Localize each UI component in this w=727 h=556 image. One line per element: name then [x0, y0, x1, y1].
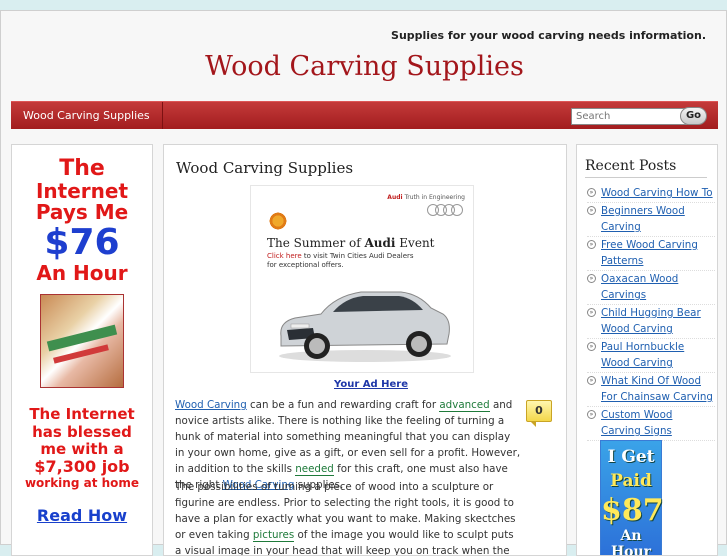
banner-brand-small: Audi: [387, 194, 403, 201]
arrow-bullet-icon: »: [587, 274, 596, 283]
left-sidebar-ad[interactable]: The Internet Pays Me $76 An Hour The Int…: [11, 144, 153, 556]
needed-link[interactable]: needed: [295, 463, 334, 476]
arrow-bullet-icon: »: [587, 308, 596, 317]
sidebar-ad-line3: $87: [601, 493, 664, 528]
list-item[interactable]: » Free Wood Carving Patterns: [587, 237, 715, 271]
banner-click-here[interactable]: Click here: [267, 252, 302, 260]
ad-text-pays-me: Pays Me: [35, 200, 129, 225]
list-item[interactable]: » What Kind Of Wood For Chainsaw Carving: [587, 373, 715, 407]
sidebar-ad-line2: Paid: [610, 471, 652, 491]
sidebar-ad-line1: I Get: [607, 447, 655, 467]
your-ad-here-link[interactable]: Your Ad Here: [334, 379, 408, 390]
page-container: Supplies for your wood carving needs inf…: [0, 10, 727, 556]
audi-rings-icon: [427, 204, 465, 216]
sun-icon: [265, 208, 291, 234]
car-image: [279, 291, 451, 362]
recent-posts-list: » Wood Carving How To » Beginners Wood Car…: [587, 185, 715, 441]
list-item[interactable]: » Custom Wood Carving Signs: [587, 407, 715, 441]
recent-post-link[interactable]: Wood Carving How To: [601, 187, 713, 199]
search-go-button[interactable]: Go: [680, 107, 707, 125]
advanced-link[interactable]: advanced: [439, 399, 490, 412]
post-title[interactable]: Wood Carving Supplies: [176, 159, 353, 177]
ad-testimonial-line5: working at home: [24, 475, 140, 490]
list-item[interactable]: » Wood Carving How To: [587, 185, 715, 203]
arrow-bullet-icon: »: [587, 376, 596, 385]
recent-posts-title: Recent Posts: [585, 158, 677, 174]
recent-post-link[interactable]: Oaxacan Wood Carvings: [601, 273, 678, 301]
recent-post-link[interactable]: Custom Wood Carving Signs: [601, 409, 672, 437]
right-sidebar: Recent Posts » Wood Carving How To » Begin…: [576, 144, 718, 556]
wood-carving-link-1[interactable]: Wood Carving: [175, 399, 247, 411]
sidebar-ad-line4: An Hour: [610, 528, 652, 556]
ad-testimonial-amount: $7,300 job: [34, 457, 130, 477]
nav-item-home[interactable]: Wood Carving Supplies: [11, 102, 163, 129]
ad-text-an-hour: An Hour: [36, 260, 128, 285]
banner-brand-tagline: Truth in Engineering: [404, 194, 466, 201]
recent-post-link[interactable]: Beginners Wood Carving: [601, 205, 685, 233]
recent-post-link[interactable]: Free Wood Carving Patterns: [601, 239, 698, 267]
site-tagline: Supplies for your wood carving needs inf…: [391, 29, 706, 42]
pictures-link[interactable]: pictures: [252, 529, 295, 542]
list-item[interactable]: » Paul Hornbuckle Wood Carving: [587, 339, 715, 373]
ad-text-amount: $76: [44, 221, 120, 263]
banner-headline-pre: The Summer of: [267, 236, 365, 250]
banner-headline: The Summer of Audi Event: [267, 236, 435, 250]
ad-testimonial-line3: me with a: [40, 439, 124, 458]
ad-text-internet: Internet: [35, 178, 129, 203]
arrow-bullet-icon: »: [587, 342, 596, 351]
arrow-bullet-icon: »: [587, 188, 596, 197]
banner-sub-text: to visit Twin Cities Audi Dealers: [301, 252, 414, 260]
p1-text-1: can be a fun and rewarding craft for: [246, 399, 440, 411]
list-item[interactable]: » Oaxacan Wood Carvings: [587, 271, 715, 305]
divider: [585, 177, 707, 178]
list-item[interactable]: » Child Hugging Bear Wood Carving: [587, 305, 715, 339]
list-item[interactable]: » Beginners Wood Carving: [587, 203, 715, 237]
banner-sub-text2: for exceptional offers.: [267, 261, 344, 270]
site-title[interactable]: Wood Carving Supplies: [1, 51, 727, 82]
sidebar-ad-banner[interactable]: I Get Paid $87 An Hour: [600, 440, 664, 556]
banner-brand-tag: Audi Truth in Engineering: [387, 194, 465, 201]
audi-banner-ad[interactable]: Audi Truth in Engineering The Summer of …: [250, 185, 474, 373]
recent-post-link[interactable]: Child Hugging Bear Wood Carving: [601, 307, 701, 335]
search-input[interactable]: [571, 108, 687, 125]
recent-post-link[interactable]: What Kind Of Wood For Chainsaw Carving: [601, 375, 713, 403]
comment-count-badge[interactable]: 0: [526, 400, 552, 422]
ad-check-photo: [40, 294, 124, 389]
arrow-bullet-icon: »: [587, 410, 596, 419]
banner-headline-post: Event: [395, 236, 435, 250]
nav-bar: Wood Carving Supplies Go: [11, 101, 718, 129]
ad-testimonial: The Internet has blessed me with a $7,30…: [12, 406, 152, 490]
ad-testimonial-line2: has blessed: [32, 422, 132, 441]
recent-post-link[interactable]: Paul Hornbuckle Wood Carving: [601, 341, 684, 369]
paragraph-2: The possibilities of turning a piece of …: [175, 479, 521, 555]
main-content: Wood Carving Supplies Audi Truth in Engi…: [163, 144, 567, 556]
arrow-bullet-icon: »: [587, 240, 596, 249]
banner-headline-bold: Audi: [364, 236, 396, 250]
ad-testimonial-line1: The Internet: [29, 405, 135, 424]
comment-badge-tail: [530, 421, 536, 427]
ad-read-how-link[interactable]: Read How: [12, 506, 152, 525]
ad-text-the: The: [59, 156, 105, 181]
arrow-bullet-icon: »: [587, 206, 596, 215]
banner-subtext: Click here to visit Twin Cities Audi Dea…: [267, 252, 457, 270]
